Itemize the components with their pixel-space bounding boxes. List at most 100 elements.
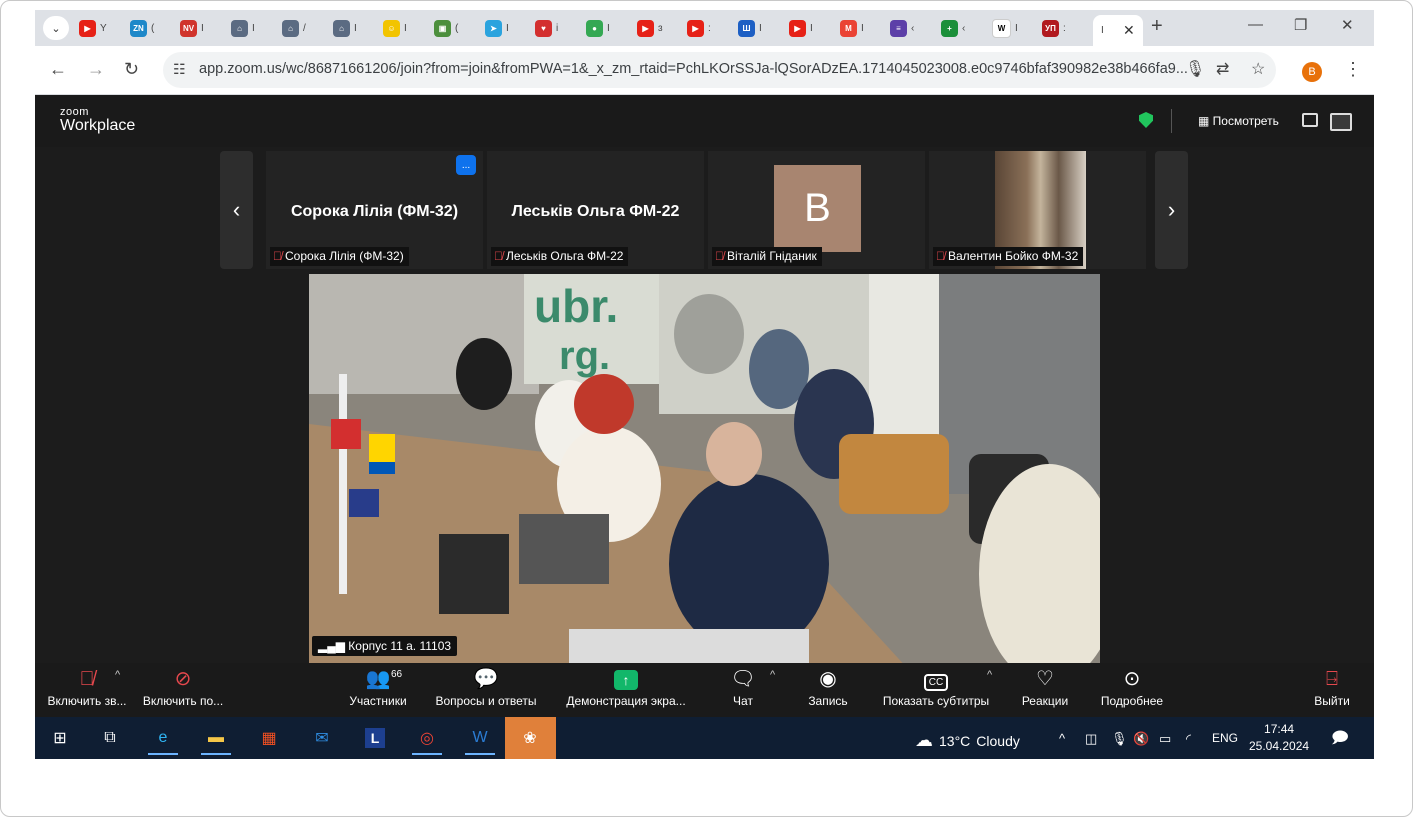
browser-tab[interactable]: ☺ I	[383, 15, 414, 41]
chat-button[interactable]: 🗨 Чат	[725, 667, 761, 708]
browser-tab[interactable]: + ‹	[941, 15, 972, 41]
battery-icon[interactable]: ▭	[1159, 731, 1171, 747]
browser-tab[interactable]: NV I	[180, 15, 211, 41]
language-indicator[interactable]: ENG	[1212, 731, 1238, 745]
browser-tab[interactable]: ≡ ‹	[890, 15, 921, 41]
gov-icon: ⌂	[282, 19, 299, 37]
minimize-window-icon[interactable]: —	[1248, 16, 1263, 33]
zoom-app-icon[interactable]: ❀	[515, 723, 545, 753]
wifi-icon[interactable]: ◜	[1186, 731, 1191, 747]
microphone-tray-icon[interactable]: 🎙	[1111, 731, 1128, 747]
fullscreen-icon[interactable]	[1330, 113, 1352, 131]
browser-tab[interactable]: ⌂ I	[333, 15, 364, 41]
captions-options-caret-icon[interactable]: ^	[987, 669, 992, 681]
participant-big-name: Сорока Лілія (ФМ-32)	[290, 203, 459, 220]
bookmark-star-icon[interactable]: ☆	[1251, 59, 1265, 79]
participant-tile-3[interactable]: B 🎙̸ Віталій Гніданик	[708, 151, 925, 269]
closed-captions-icon: CC	[923, 674, 949, 691]
tab-title: I	[861, 22, 864, 34]
browser-tab[interactable]: ▶ I	[789, 15, 820, 41]
browser-tab[interactable]: ▶:	[687, 15, 718, 41]
audio-label: Включить зв...	[47, 694, 127, 708]
participant-label: Віталій Гніданик	[727, 249, 817, 263]
restore-window-icon[interactable]: ❐	[1294, 16, 1307, 34]
task-view-icon[interactable]: ⧉	[95, 723, 125, 753]
gallery-prev-button[interactable]: ‹	[220, 151, 253, 269]
captions-label: Показать субтитры	[882, 694, 990, 708]
browser-tab[interactable]: ▶ ɜ	[637, 15, 668, 41]
browser-tab[interactable]: ▣(	[434, 15, 465, 41]
browser-tab[interactable]: WI	[992, 15, 1025, 41]
browser-tab[interactable]: УП:	[1042, 15, 1073, 41]
view-button[interactable]: ▦ Посмотреть	[1198, 114, 1279, 128]
more-options-button[interactable]: ...	[456, 155, 476, 175]
windows-start-icon[interactable]: ⊞	[45, 723, 75, 753]
meeting-room-video-frame: ubr. rg.	[309, 274, 1100, 670]
participant-tile-1[interactable]: ... Сорока Лілія (ФМ-32) 🎙̸ Сорока Лілія …	[266, 151, 483, 269]
share-label: Демонстрация экра...	[566, 694, 686, 708]
chat-options-caret-icon[interactable]: ^	[770, 669, 775, 681]
leave-meeting-button[interactable]: ⍈ Выйти	[1311, 667, 1353, 708]
launcher-app-icon[interactable]: L	[360, 723, 390, 753]
participant-tile-4[interactable]: 🎙̸ Валентин Бойко ФМ-32	[929, 151, 1146, 269]
chat-icon: 🗨	[730, 668, 756, 690]
reactions-button[interactable]: ♡ Реакции	[1020, 667, 1070, 708]
forward-icon[interactable]: →	[87, 59, 105, 80]
encryption-shield-icon[interactable]	[1139, 112, 1153, 128]
browser-tab[interactable]: ▶ Y	[79, 15, 110, 41]
main-video[interactable]: ubr. rg. ▂▄▆ Корпус 11 а. 11103	[309, 274, 1100, 670]
record-button[interactable]: ◉ Запись	[805, 667, 851, 708]
edge-browser-icon[interactable]: e	[148, 723, 178, 755]
cloud-icon: ☁	[915, 730, 933, 750]
new-tab-icon[interactable]: +	[1151, 15, 1163, 38]
translate-icon[interactable]: ⇄	[1216, 59, 1229, 79]
qa-button[interactable]: 💬 Вопросы и ответы	[431, 667, 541, 708]
captions-button[interactable]: CC Показать субтитры	[880, 667, 992, 708]
browser-tab[interactable]: ZN (	[130, 15, 161, 41]
system-clock[interactable]: 17:44 25.04.2024	[1249, 721, 1309, 755]
word-icon[interactable]: W	[465, 723, 495, 755]
telegram-icon: ➤	[485, 19, 502, 37]
weather-widget[interactable]: ☁ 13°C Cloudy	[915, 730, 1020, 751]
start-video-button[interactable]: ⊘ Включить по...	[141, 667, 225, 708]
notifications-icon[interactable]: 🗩	[1331, 727, 1349, 754]
browser-tab[interactable]: ⌂ I	[231, 15, 262, 41]
browser-tab[interactable]: ШI	[738, 15, 769, 41]
participant-tile-2[interactable]: Леськів Ольга ФМ-22 🎙̸ Леськів Ольга ФМ-2…	[487, 151, 704, 269]
desktop-screen: ⌄ ▶ Y ZN(NV I ⌂ I ⌂ / ⌂ I ☺ I ▣(➤ I ♥ i ● I ▶ ɜ ▶: Ш I ▶ I M I ≡ ‹ + ‹…	[35, 10, 1374, 759]
close-window-icon[interactable]: ✕	[1341, 16, 1354, 34]
mail-icon[interactable]: ✉	[307, 723, 337, 753]
address-bar[interactable]: ☷ app.zoom.us/wc/86871661206/join?from=j…	[163, 52, 1276, 88]
close-tab-icon[interactable]: ✕	[1123, 22, 1135, 39]
file-explorer-icon[interactable]: ▬	[201, 723, 231, 755]
more-button[interactable]: ⊙ Подробнее	[1098, 667, 1166, 708]
reload-icon[interactable]: ↻	[124, 59, 139, 80]
volume-muted-icon[interactable]: 🔇	[1133, 731, 1149, 747]
tab-active[interactable]: I ✕	[1093, 15, 1143, 46]
gov-icon: ⌂	[333, 19, 350, 37]
browser-tab[interactable]: ⌂ /	[282, 15, 313, 41]
gallery-next-button[interactable]: ›	[1155, 151, 1188, 269]
chrome-icon[interactable]: ◎	[412, 723, 442, 755]
main-video-name-tag: ▂▄▆ Корпус 11 а. 11103	[312, 636, 458, 656]
svg-text:rg.: rg.	[559, 334, 610, 378]
tray-overflow-icon[interactable]: ^	[1059, 731, 1065, 746]
profile-avatar[interactable]: B	[1302, 62, 1322, 82]
site-settings-icon[interactable]: ☷	[173, 61, 186, 78]
share-screen-button[interactable]: ↑ Демонстрация экра...	[563, 667, 689, 708]
back-icon[interactable]: ←	[49, 59, 67, 80]
view-grid-icon: ▦	[1198, 114, 1213, 128]
browser-tab[interactable]: MI	[840, 15, 871, 41]
picture-in-picture-icon[interactable]	[1302, 113, 1318, 127]
browser-menu-icon[interactable]: ⋮	[1344, 59, 1362, 80]
url-text[interactable]: app.zoom.us/wc/86871661206/join?from=joi…	[199, 61, 1188, 77]
microphone-icon[interactable]: 🎙	[1185, 59, 1205, 79]
browser-tab[interactable]: ♥ i	[535, 15, 566, 41]
participant-name-tag: 🎙̸ Леськів Ольга ФМ-22	[491, 247, 629, 266]
browser-tab[interactable]: ➤ I	[485, 15, 516, 41]
microsoft-store-icon[interactable]: ▦	[254, 723, 284, 753]
browser-tab[interactable]: ● I	[586, 15, 617, 41]
audio-options-caret-icon[interactable]: ^	[115, 669, 120, 681]
tab-search-dropdown-icon[interactable]: ⌄	[43, 16, 69, 40]
meet-now-icon[interactable]: ◫	[1085, 731, 1097, 747]
